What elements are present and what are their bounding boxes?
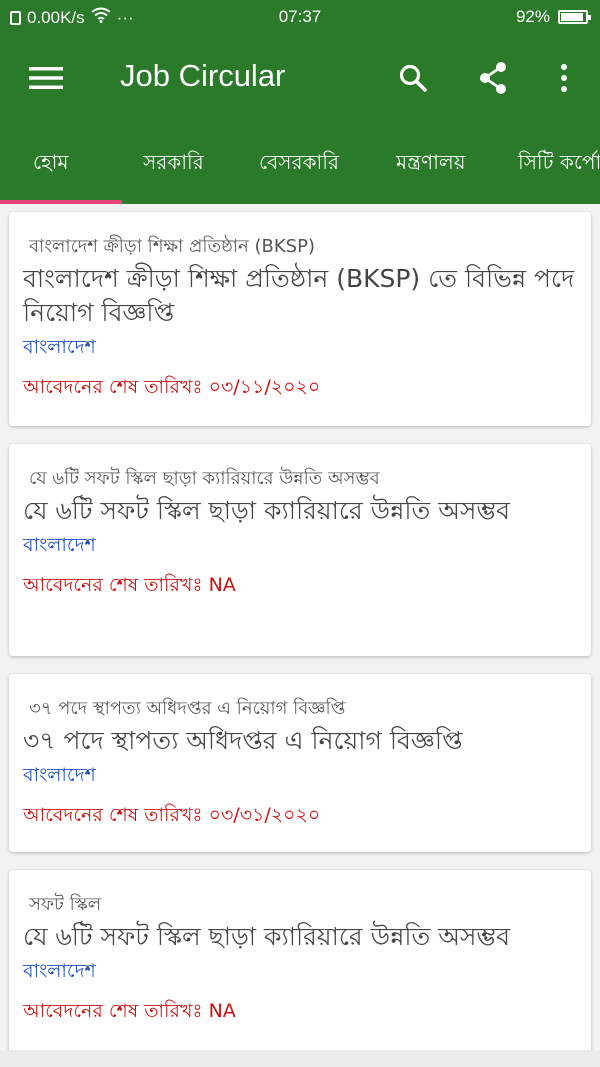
tab-bar: হোম সরকারি বেসরকারি মন্ত্রণালয় সিটি কর্… (0, 122, 600, 204)
search-icon (399, 64, 427, 92)
more-options-button[interactable] (540, 54, 588, 102)
card-title: যে ৬টি সফট স্কিল ছাড়া ক্যারিয়ারে উন্নত… (23, 922, 511, 951)
card-title: ৩৭ পদে স্থাপত্য অধিদপ্তর এ নিয়োগ বিজ্ঞপ… (23, 726, 463, 755)
card-deadline: আবেদনের শেষ তারিখঃ ০৩/৩১/২০২০ (23, 804, 321, 826)
share-icon (480, 62, 506, 94)
job-card[interactable]: সফট স্কিল যে ৬টি সফট স্কিল ছাড়া ক্যারিয… (9, 870, 591, 1050)
tab-home[interactable]: হোম (33, 148, 69, 181)
card-category: সফট স্কিল (29, 894, 102, 915)
status-time: 07:37 (278, 7, 322, 26)
app-bar: Job Circular (0, 34, 600, 122)
card-category: ৩৭ পদে স্থাপত্য অধিদপ্তর এ নিয়োগ বিজ্ঞপ… (29, 698, 346, 719)
battery-icon (558, 10, 591, 24)
card-title: যে ৬টি সফট স্কিল ছাড়া ক্যারিয়ারে উন্নত… (23, 496, 511, 525)
share-button[interactable] (469, 54, 517, 102)
card-category: বাংলাদেশ ক্রীড়া শিক্ষা প্রতিষ্ঠান (BKSP… (29, 236, 315, 257)
job-list[interactable]: বাংলাদেশ ক্রীড়া শিক্ষা প্রতিষ্ঠান (BKSP… (0, 204, 600, 1050)
card-deadline: আবেদনের শেষ তারিখঃ ০৩/১১/২০২০ (23, 376, 321, 398)
card-deadline: আবেদনের শেষ তারিখঃ NA (23, 1000, 236, 1022)
status-bar: 0.00K/s ··· 07:37 92% (0, 0, 600, 34)
tab-government[interactable]: সরকারি (143, 148, 204, 181)
bottom-edge (0, 1050, 600, 1067)
menu-button[interactable] (22, 56, 70, 100)
tab-city-corporation[interactable]: সিটি কর্পোরেশন (518, 148, 600, 181)
tab-ministry[interactable]: মন্ত্রণালয় (396, 148, 466, 181)
menu-icon (29, 67, 63, 89)
search-button[interactable] (389, 54, 437, 102)
status-right: 92% (515, 7, 591, 27)
card-category: যে ৬টি সফট স্কিল ছাড়া ক্যারিয়ারে উন্নত… (29, 468, 380, 489)
job-card[interactable]: ৩৭ পদে স্থাপত্য অধিদপ্তর এ নিয়োগ বিজ্ঞপ… (9, 674, 591, 852)
tab-private[interactable]: বেসরকারি (259, 148, 339, 181)
job-card[interactable]: যে ৬টি সফট স্কিল ছাড়া ক্যারিয়ারে উন্নত… (9, 444, 591, 656)
card-location: বাংলাদেশ (23, 534, 96, 556)
card-deadline: আবেদনের শেষ তারিখঃ NA (23, 574, 236, 596)
job-card[interactable]: বাংলাদেশ ক্রীড়া শিক্ষা প্রতিষ্ঠান (BKSP… (9, 212, 591, 426)
card-location: বাংলাদেশ (23, 336, 96, 358)
more-vert-icon (561, 64, 567, 92)
card-location: বাংলাদেশ (23, 764, 96, 786)
battery-level: 92% (515, 7, 550, 26)
card-location: বাংলাদেশ (23, 960, 96, 982)
card-title: বাংলাদেশ ক্রীড়া শিক্ষা প্রতিষ্ঠান (BKSP… (23, 264, 575, 327)
app-title: Job Circular (120, 58, 286, 93)
